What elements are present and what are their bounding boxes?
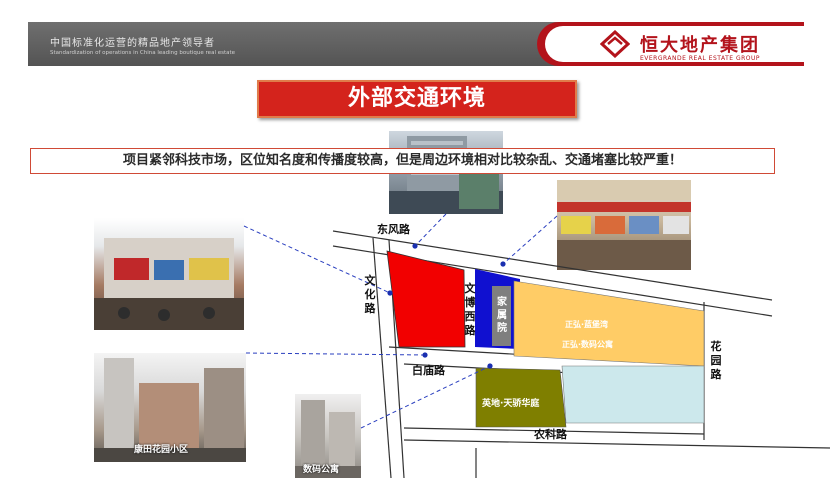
road-label-dongfeng: 东风路 [377,223,410,236]
cyan-block [561,365,705,424]
block-label-zhenghong-2: 正弘·数码公寓 [562,340,614,349]
road-label-wenhua: 文化路 [364,274,376,315]
block-label-yingdi: 英地·天骄华庭 [482,399,540,409]
leader-line-top-right [502,215,558,265]
location-map [243,213,831,478]
road-label-wenbo-west: 文博西路 [464,282,476,337]
road-label-nongke: 农科路 [534,428,567,441]
leader-line-top [414,213,447,247]
leader-line-bottom-left [245,352,426,356]
block-label-family-courtyard: 家属院 [497,297,507,334]
block-label-zhenghong-1: 正弘·蓝堡湾 [565,320,609,329]
road-label-huayuan: 花园路 [710,340,722,381]
zhenghong-block [513,280,705,367]
road-label-baimiao: 白庙路 [412,364,445,377]
